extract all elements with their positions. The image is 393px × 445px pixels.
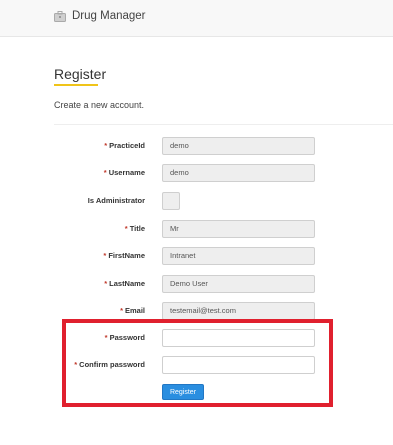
page-subtitle: Create a new account. <box>54 100 145 110</box>
firstname-label-text: FirstName <box>108 251 145 260</box>
lastname-label-text: LastName <box>109 279 145 288</box>
practiceid-input[interactable]: demo <box>162 137 315 155</box>
briefcase-icon <box>54 10 66 22</box>
brand-text: Drug Manager <box>72 10 146 22</box>
required-marker: * <box>104 141 108 150</box>
email-label-text: Email <box>124 306 145 315</box>
required-marker: * <box>103 251 107 260</box>
username-label: * Username <box>104 168 145 177</box>
required-marker: * <box>103 168 107 177</box>
firstname-input[interactable]: Intranet <box>162 247 315 265</box>
username-input[interactable]: demo <box>162 164 315 182</box>
form-row-username: * Username demo <box>0 164 393 184</box>
highlight-annotation-box <box>62 319 333 407</box>
form-row-practiceid: * PracticeId demo <box>0 137 393 157</box>
required-marker: * <box>104 279 108 288</box>
required-marker: * <box>120 306 123 315</box>
divider <box>54 124 393 125</box>
lastname-input[interactable]: Demo User <box>162 275 315 293</box>
form-row-lastname: * LastName Demo User <box>0 275 393 295</box>
form-row-firstname: * FirstName Intranet <box>0 247 393 267</box>
lastname-label: * LastName <box>104 279 145 288</box>
email-label: * Email <box>120 306 145 315</box>
top-navbar: Drug Manager <box>0 0 393 37</box>
form-row-title: * Title Mr <box>0 220 393 240</box>
required-marker: * <box>124 224 128 233</box>
firstname-label: * FirstName <box>103 251 145 260</box>
title-input[interactable]: Mr <box>162 220 315 238</box>
practiceid-label: * PracticeId <box>104 141 145 150</box>
email-input[interactable]: testemail@test.com <box>162 302 315 320</box>
title-underline <box>54 84 98 86</box>
form-row-is-administrator: Is Administrator <box>0 192 393 212</box>
is-administrator-checkbox[interactable] <box>162 192 180 210</box>
title-label: * Title <box>125 224 145 233</box>
is-administrator-label: Is Administrator <box>87 196 145 205</box>
username-label-text: Username <box>108 168 145 177</box>
page-title: Register <box>54 66 107 82</box>
practiceid-label-text: PracticeId <box>109 141 145 150</box>
brand-link[interactable]: Drug Manager <box>54 10 146 22</box>
title-label-text: Title <box>129 224 145 233</box>
